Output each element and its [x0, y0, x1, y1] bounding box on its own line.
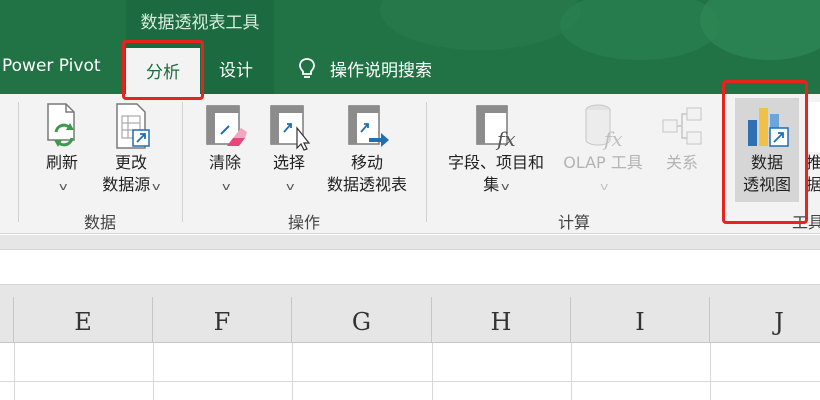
- change-data-source-button[interactable]: 更改 数据源 v: [92, 102, 170, 198]
- column-header-h[interactable]: H: [432, 297, 571, 343]
- column-header-prev[interactable]: [0, 297, 14, 343]
- fields-label-1: 字段、项目和: [447, 153, 544, 172]
- chevron-down-icon: v: [152, 180, 161, 193]
- change-source-icon: [116, 103, 150, 149]
- group-separator: [724, 102, 725, 222]
- tab-strip: 数据透视表工具 Power Pivot 分析 设计 操作说明搜索: [0, 0, 820, 94]
- group-separator: [426, 102, 427, 222]
- move-pivottable-button[interactable]: 移动 数据透视表: [320, 102, 414, 196]
- grid-line: [14, 343, 15, 400]
- relationships-label: 关系: [665, 153, 698, 172]
- group-label-actions: 操作: [287, 213, 320, 232]
- recommended-icon: [806, 102, 820, 152]
- tell-me-label: 操作说明搜索: [330, 61, 432, 81]
- select-button[interactable]: 选择 v: [262, 102, 316, 198]
- tab-design[interactable]: 设计: [219, 56, 253, 81]
- chevron-down-icon: v: [501, 180, 510, 193]
- background-decoration: [380, 0, 580, 50]
- svg-text:fx: fx: [602, 127, 623, 151]
- sheet-gap: [0, 285, 820, 297]
- chevron-down-icon: v: [222, 180, 231, 193]
- context-group-title: 数据透视表工具: [140, 13, 260, 33]
- tell-me-search[interactable]: 操作说明搜索: [298, 56, 432, 81]
- olap-label: OLAP 工具: [563, 153, 643, 172]
- fields-label-2: 集: [483, 175, 500, 194]
- olap-cube-icon: fx: [585, 104, 623, 151]
- chevron-down-icon: v: [59, 180, 68, 193]
- recommended-pivottables-button[interactable]: 推 据: [806, 102, 820, 196]
- pivotchart-label-2: 透视图: [742, 175, 791, 194]
- refresh-label: 刷新: [45, 153, 78, 172]
- clear-label: 清除: [208, 153, 241, 172]
- move-icon: [348, 105, 389, 147]
- change-source-label-2: 数据源: [102, 175, 151, 194]
- recommended-label-1: 推: [806, 153, 820, 172]
- grid-line: [292, 343, 293, 400]
- lightbulb-icon: [299, 57, 315, 78]
- grid-line: [571, 343, 572, 400]
- olap-tools-button[interactable]: fx OLAP 工具 v: [556, 102, 650, 198]
- clear-button[interactable]: 清除 v: [198, 102, 252, 198]
- column-header-j[interactable]: J: [710, 297, 820, 343]
- clear-icon: [206, 105, 247, 146]
- function-fx-icon: fx: [476, 105, 516, 151]
- ribbon-gap: [0, 235, 820, 249]
- group-label-tools: 工具: [792, 213, 820, 232]
- chevron-down-icon: v: [600, 180, 609, 193]
- tab-power-pivot[interactable]: Power Pivot: [2, 56, 101, 76]
- formula-bar[interactable]: [0, 249, 820, 285]
- group-separator: [182, 102, 183, 222]
- ribbon: 刷新 v 更改 数据源 v 数据 清除 v 选择 v 移动 数据透视表 操作 f…: [0, 94, 820, 234]
- relationships-button[interactable]: 关系: [654, 102, 710, 174]
- chevron-down-icon: v: [286, 180, 295, 193]
- group-label-data: 数据: [83, 213, 116, 232]
- column-header-i[interactable]: I: [571, 297, 710, 343]
- tab-analyze[interactable]: 分析: [126, 48, 200, 94]
- column-header-e[interactable]: E: [14, 297, 153, 343]
- fields-items-sets-button[interactable]: fx 字段、项目和 集v: [440, 102, 552, 198]
- move-label-2: 数据透视表: [326, 175, 407, 194]
- select-icon: [270, 105, 311, 151]
- move-label-1: 移动: [350, 153, 383, 172]
- column-header-g[interactable]: G: [292, 297, 432, 343]
- cell-grid[interactable]: [0, 343, 820, 400]
- relationships-icon: [662, 107, 702, 145]
- group-separator: [18, 102, 19, 222]
- group-label-calculations: 计算: [557, 213, 590, 232]
- grid-line: [432, 343, 433, 400]
- pivotchart-icon: [748, 108, 789, 147]
- select-label: 选择: [272, 153, 305, 172]
- recommended-label-2: 据: [806, 175, 820, 194]
- refresh-button[interactable]: 刷新 v: [38, 102, 86, 198]
- background-decoration: [700, 0, 820, 60]
- refresh-icon: [47, 103, 75, 147]
- grid-line: [0, 381, 820, 382]
- column-header-f[interactable]: F: [153, 297, 292, 343]
- pivotchart-button[interactable]: 数据 透视图: [735, 102, 799, 196]
- svg-text:fx: fx: [495, 127, 516, 151]
- grid-line: [710, 343, 711, 400]
- pivotchart-label-1: 数据: [750, 153, 783, 172]
- background-decoration: [560, 0, 720, 60]
- column-header-row: E F G H I J: [0, 297, 820, 343]
- change-source-label-1: 更改: [114, 153, 147, 172]
- grid-line: [153, 343, 154, 400]
